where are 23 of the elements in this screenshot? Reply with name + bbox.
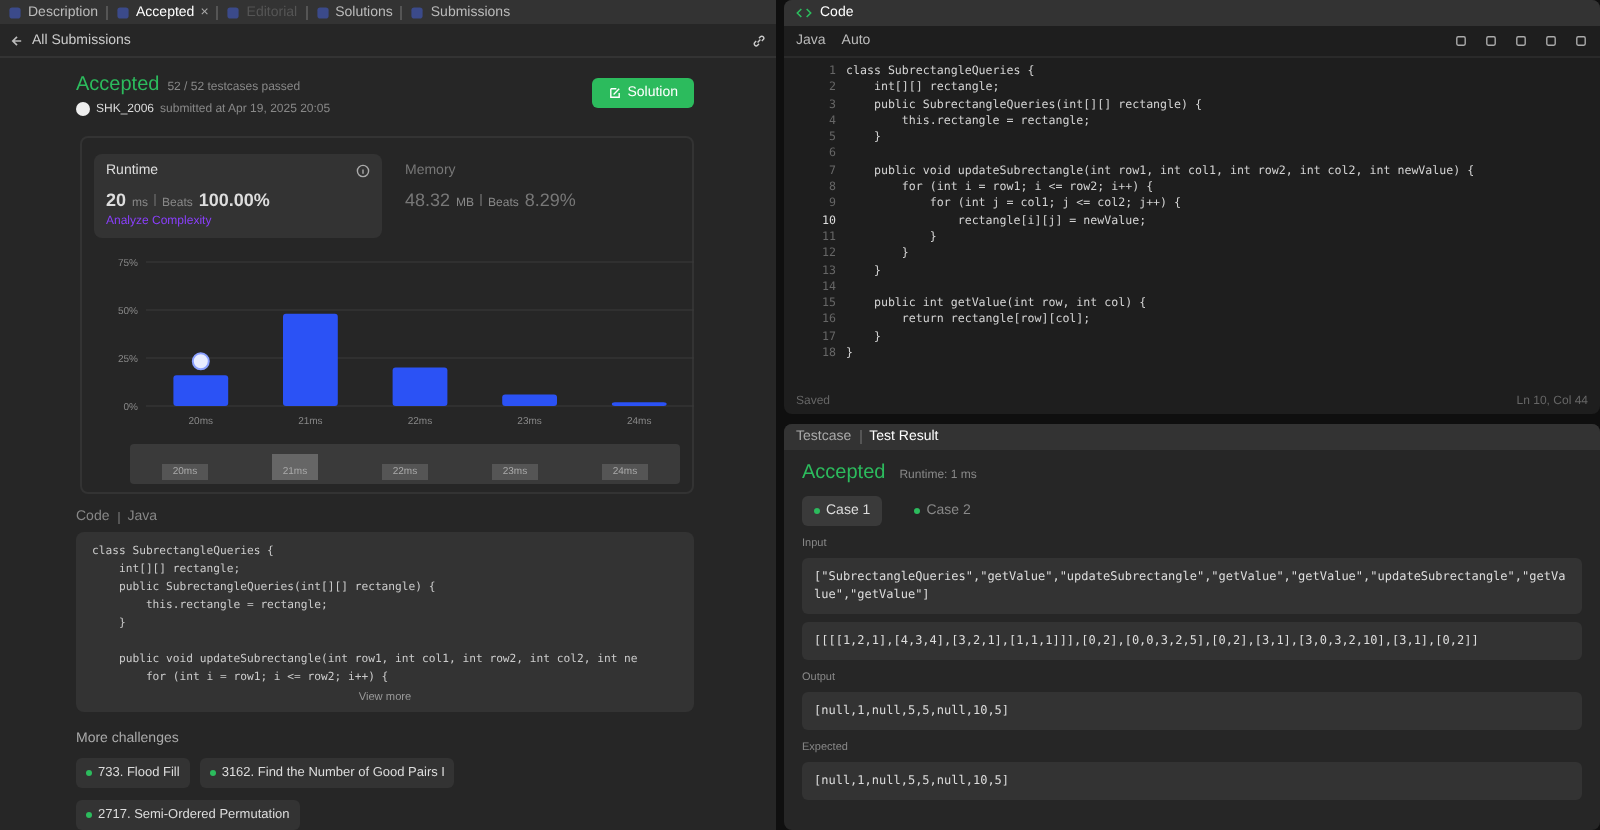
toolbar-icon[interactable] — [1484, 34, 1498, 48]
beats-value: 100.00% — [198, 190, 270, 210]
tab-icon — [116, 5, 131, 20]
toolbar-icon[interactable] — [1544, 34, 1558, 48]
edit-icon — [607, 86, 622, 100]
toolbar-icon[interactable] — [1454, 34, 1468, 48]
status-text: Accepted — [76, 74, 160, 96]
beats-value: 8.29% — [524, 190, 576, 210]
info-icon[interactable] — [355, 164, 369, 178]
link-icon[interactable] — [752, 33, 766, 48]
code-icon — [796, 6, 812, 20]
stat-value: 48.32 — [405, 190, 451, 210]
tab-icon — [410, 5, 425, 20]
result-status: Accepted — [802, 462, 886, 484]
tab-icon — [8, 5, 22, 20]
back-arrow-icon — [10, 33, 24, 48]
avatar-marker — [191, 352, 210, 371]
tab-icon — [315, 5, 330, 20]
tab-icon — [226, 5, 241, 20]
stat-value: 20 — [106, 190, 127, 210]
avatar-icon — [76, 102, 90, 116]
toolbar-icon[interactable] — [1574, 34, 1588, 48]
toolbar-icon[interactable] — [1514, 34, 1528, 48]
